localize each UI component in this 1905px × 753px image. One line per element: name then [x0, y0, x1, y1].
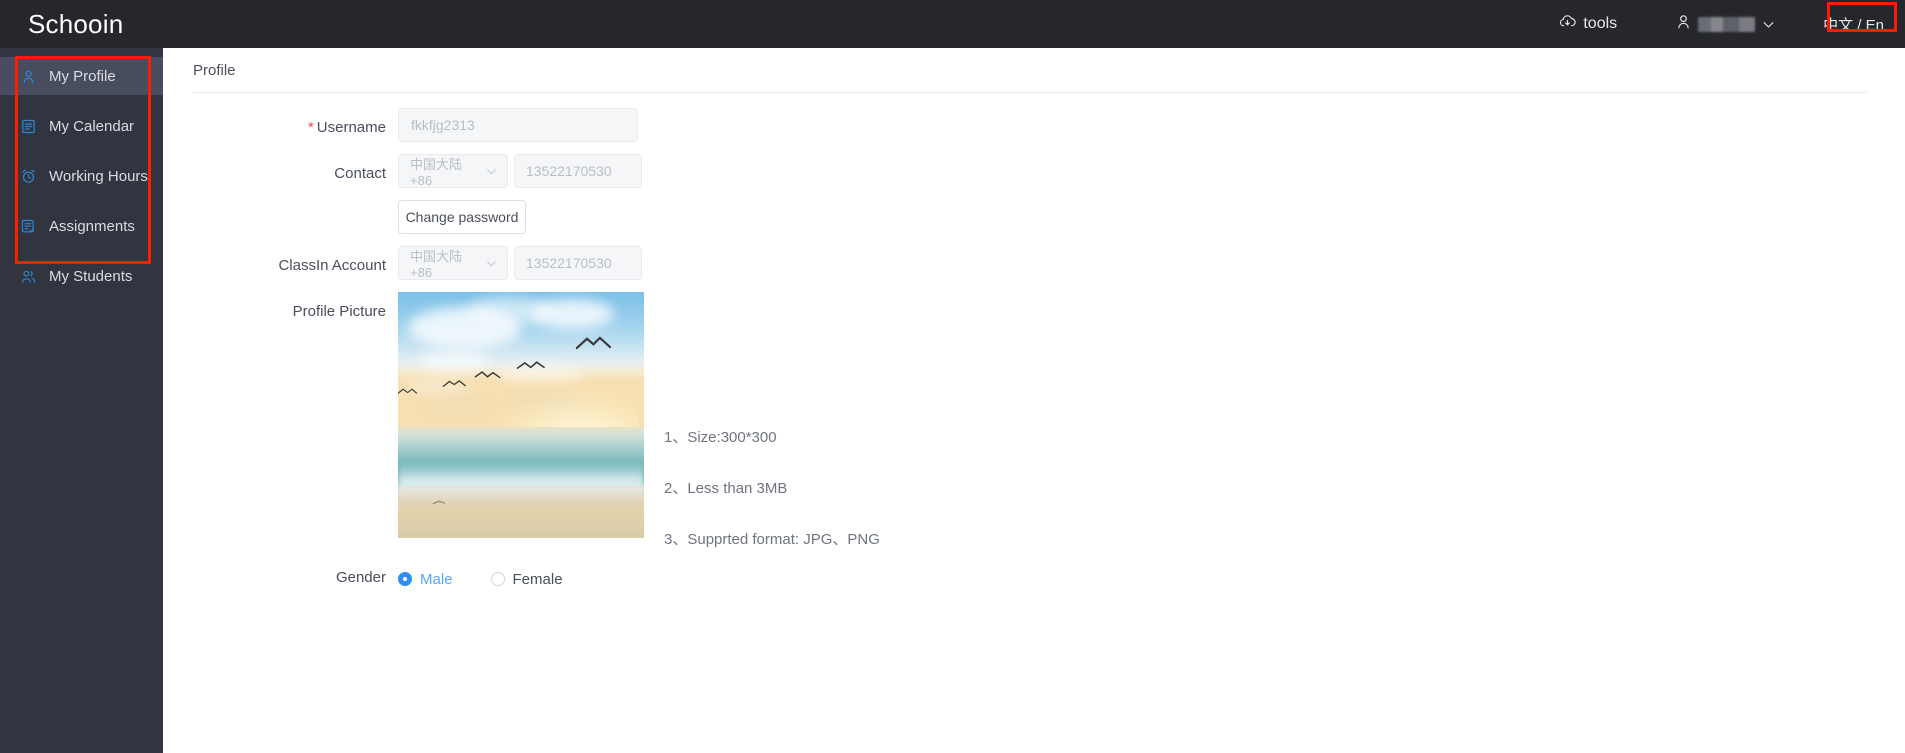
users-icon — [20, 268, 37, 285]
gender-option-label: Female — [512, 570, 563, 588]
sidebar-item-my-students[interactable]: My Students — [0, 257, 163, 295]
username-redacted — [1698, 16, 1756, 32]
sidebar-item-label: Working Hours — [49, 167, 148, 185]
profile-form: * Username fkkfjg2313 Contact 中国大陆 +86 1… — [163, 108, 1905, 589]
nav-gap — [0, 95, 163, 107]
contact-field-wrap: 中国大陆 +86 13522170530 — [398, 154, 1905, 188]
radio-dot-icon — [490, 572, 505, 586]
title-divider — [193, 92, 1866, 93]
nav-gap — [0, 145, 163, 157]
contact-label: Contact — [334, 165, 386, 182]
document-check-icon — [20, 218, 37, 235]
contact-country-select[interactable]: 中国大陆 +86 — [398, 154, 508, 188]
user-icon — [1675, 13, 1692, 35]
profile-picture-label: Profile Picture — [292, 303, 386, 320]
sidebar-item-my-calendar[interactable]: My Calendar — [0, 107, 163, 145]
classin-country-select[interactable]: 中国大陆 +86 — [398, 246, 508, 280]
seagull-icon — [442, 376, 467, 394]
sidebar-item-label: My Students — [49, 267, 133, 285]
radio-dot-icon — [398, 572, 412, 586]
seagull-icon — [474, 368, 501, 386]
profile-picture-image[interactable] — [398, 292, 644, 538]
sidebar-nav: My Profile My Calendar Working Hours Ass… — [0, 48, 163, 295]
gender-radio-female[interactable]: Female — [490, 570, 563, 588]
change-password-spacer — [163, 200, 398, 209]
rule-size: 1、Size:300*300 — [664, 429, 777, 446]
chevron-down-icon — [485, 257, 498, 270]
contact-country-value: 中国大陆 +86 — [410, 157, 463, 188]
sidebar-item-assignments[interactable]: Assignments — [0, 207, 163, 245]
page-title: Profile — [193, 62, 236, 79]
username-label: * Username — [163, 108, 398, 139]
form-row-contact: Contact 中国大陆 +86 13522170530 — [163, 154, 1905, 188]
sidebar-item-label: Assignments — [49, 217, 135, 235]
sidebar-item-label: My Calendar — [49, 117, 135, 135]
shorebird-icon — [430, 494, 452, 512]
rule-filesize: 2、Less than 3MB — [664, 480, 788, 497]
seagull-icon — [575, 336, 612, 356]
cloud-shape — [422, 400, 487, 411]
cloud-download-icon — [1559, 13, 1577, 35]
chevron-down-icon — [1761, 17, 1776, 32]
app-root: Schooin tools 中文 / En My Profile My Cale… — [0, 0, 1905, 753]
form-row-profile-picture: Profile Picture 1、Size:300*300 2、Less th… — [163, 292, 1905, 549]
contact-phone-input[interactable]: 13522170530 — [514, 154, 642, 188]
tools-button[interactable]: tools — [1559, 13, 1617, 35]
main-content: Profile * Username fkkfjg2313 Contact 中国大… — [163, 48, 1905, 753]
seagull-icon — [398, 383, 418, 401]
user-icon — [20, 68, 37, 85]
contact-phone-group: 中国大陆 +86 13522170530 — [398, 154, 1905, 188]
form-row-change-password: Change password — [163, 200, 1905, 234]
classin-phone-input[interactable]: 13522170530 — [514, 246, 642, 280]
nav-gap — [0, 195, 163, 207]
classin-phone-group: 中国大陆 +86 13522170530 — [398, 246, 1905, 280]
username-label-text: Username — [316, 119, 386, 136]
top-header: Schooin tools 中文 / En — [0, 0, 1905, 48]
username-input[interactable]: fkkfjg2313 — [398, 108, 638, 142]
classin-account-label: ClassIn Account — [278, 257, 386, 274]
form-row-username: * Username fkkfjg2313 — [163, 108, 1905, 142]
form-row-gender: Gender Male Female — [163, 567, 1905, 589]
tools-label: tools — [1583, 15, 1618, 32]
profile-picture-wrap: 1、Size:300*300 2、Less than 3MB 3、Supprte… — [398, 292, 1905, 549]
cloud-shape — [530, 299, 615, 329]
gender-radio-male[interactable]: Male — [398, 571, 453, 588]
gender-option-label: Male — [420, 570, 453, 588]
sidebar-item-label: My Profile — [49, 67, 116, 85]
chevron-down-icon — [485, 165, 498, 178]
calendar-icon — [20, 118, 37, 135]
header-actions: tools 中文 / En — [1559, 0, 1905, 48]
change-password-button[interactable]: Change password — [398, 200, 526, 234]
nav-gap — [0, 245, 163, 257]
profile-picture-rules: 1、Size:300*300 2、Less than 3MB 3、Supprte… — [664, 292, 880, 549]
alarm-clock-icon — [20, 168, 37, 185]
app-brand: Schooin — [28, 8, 124, 39]
change-password-wrap: Change password — [398, 200, 1905, 234]
seagull-icon — [516, 358, 546, 376]
username-field-wrap: fkkfjg2313 — [398, 108, 1905, 142]
form-row-classin-account: ClassIn Account 中国大陆 +86 13522170530 — [163, 246, 1905, 280]
classin-country-value: 中国大陆 +86 — [410, 249, 463, 280]
sidebar-item-my-profile[interactable]: My Profile — [0, 57, 163, 95]
gender-label: Gender — [335, 569, 386, 586]
classin-field-wrap: 中国大陆 +86 13522170530 — [398, 246, 1905, 280]
sidebar-item-working-hours[interactable]: Working Hours — [0, 157, 163, 195]
language-toggle[interactable]: 中文 / En — [1816, 11, 1891, 38]
sidebar: My Profile My Calendar Working Hours Ass… — [0, 48, 163, 753]
user-menu[interactable] — [1675, 13, 1776, 35]
gender-options: Male Female — [398, 569, 1905, 588]
rule-format: 3、Supprted format: JPG、PNG — [664, 531, 880, 548]
required-mark: * — [307, 119, 314, 136]
